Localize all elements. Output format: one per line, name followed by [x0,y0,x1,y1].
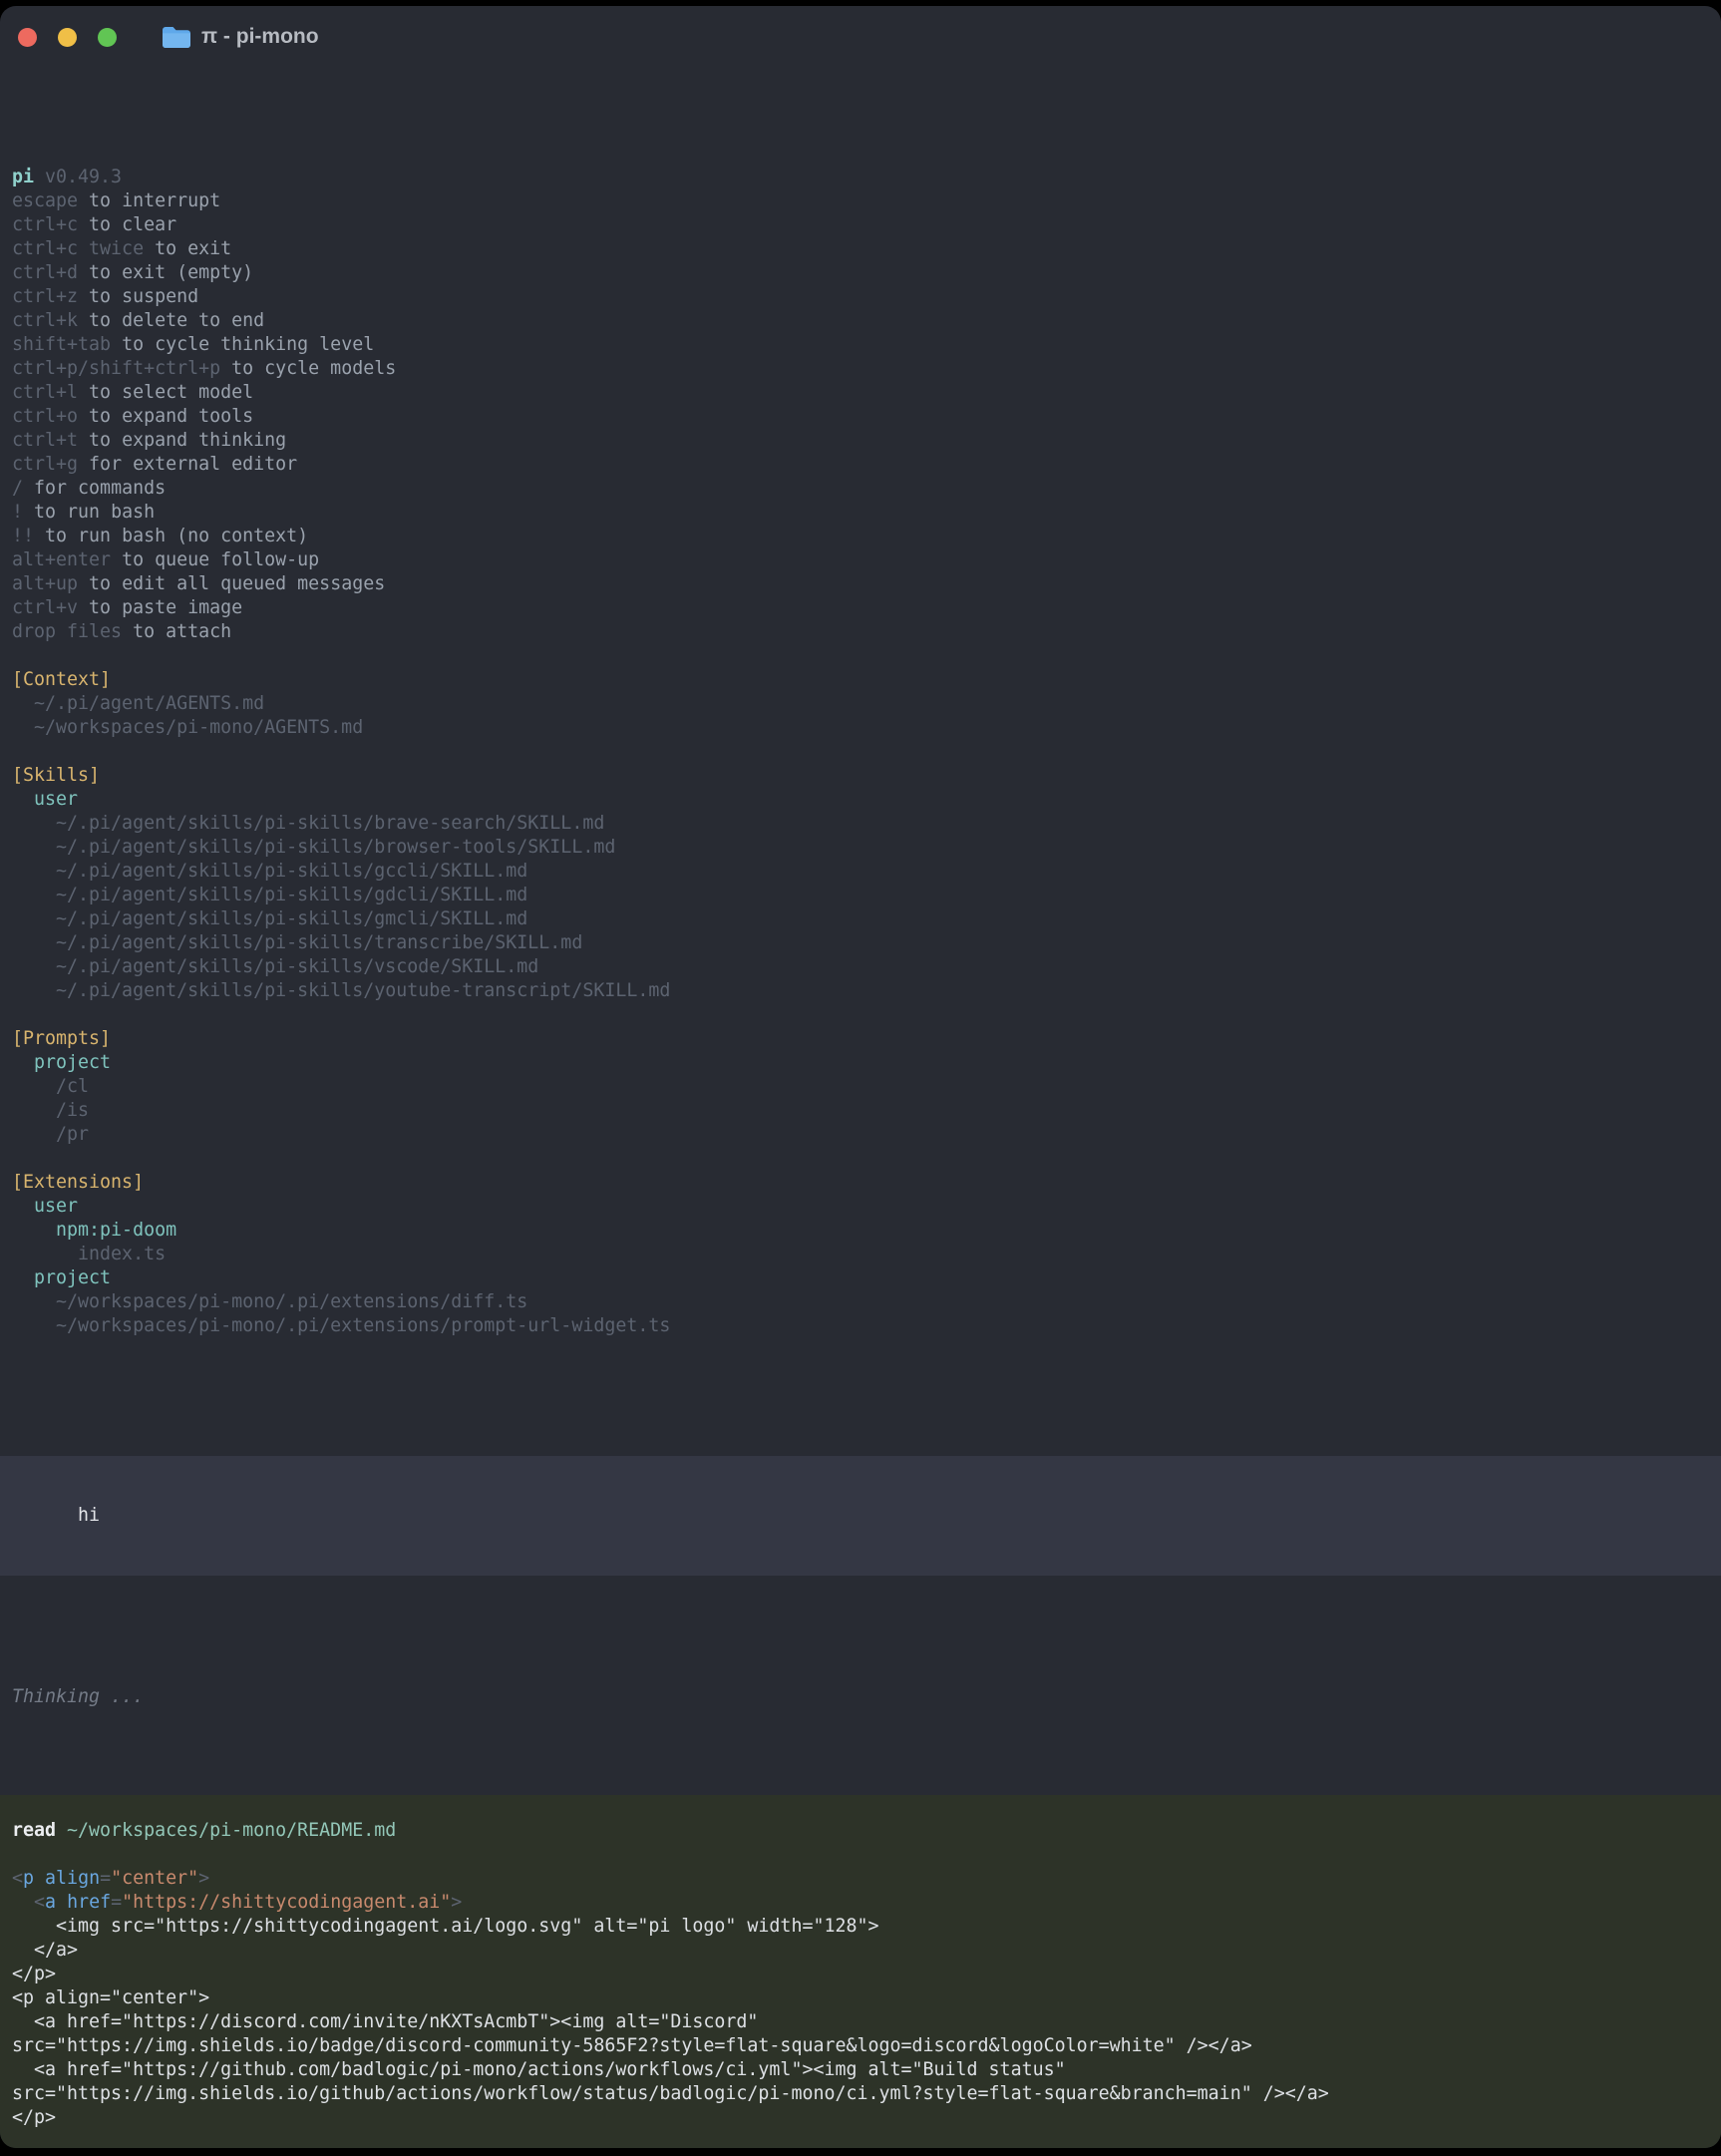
terminal-line: src="https://img.shields.io/github/actio… [12,2082,1709,2106]
terminal-line: ~/.pi/agent/skills/pi-skills/gdcli/SKILL… [12,884,1709,907]
terminal-line: ~/.pi/agent/skills/pi-skills/gmcli/SKILL… [12,907,1709,931]
terminal-line: </a> [12,1939,1709,1963]
terminal-line: pi v0.49.3 [12,166,1709,189]
terminal-window: π - pi-mono pi v0.49.3escape to interrup… [0,6,1721,2148]
terminal-line: ctrl+p/shift+ctrl+p to cycle models [12,357,1709,381]
terminal-line: user [12,1195,1709,1219]
terminal-line: ! to run bash [12,501,1709,525]
terminal-line [12,2130,1709,2148]
terminal-line: alt+up to edit all queued messages [12,572,1709,596]
terminal-line: ~/.pi/agent/skills/pi-skills/youtube-tra… [12,979,1709,1003]
terminal-line: ~/.pi/agent/skills/pi-skills/brave-searc… [12,812,1709,836]
thinking-indicator: Thinking ... [0,1685,1721,1709]
terminal-line: ~/.pi/agent/skills/pi-skills/transcribe/… [12,931,1709,955]
terminal-line: project [12,1266,1709,1290]
terminal-line: <p align="center"> [12,1986,1709,2010]
terminal-line: ctrl+k to delete to end [12,309,1709,333]
window-title: π - pi-mono [201,25,319,49]
user-message: hi [0,1456,1721,1576]
terminal-line: ctrl+c twice to exit [12,237,1709,261]
terminal-line: /is [12,1099,1709,1123]
terminal-line: </p> [12,2106,1709,2130]
terminal-line: ctrl+v to paste image [12,596,1709,620]
terminal-output: pi v0.49.3escape to interruptctrl+c to c… [0,68,1721,2148]
terminal-line: escape to interrupt [12,189,1709,213]
terminal-line: ctrl+z to suspend [12,285,1709,309]
terminal-line: <p align="center"> [12,1867,1709,1891]
terminal-line: alt+enter to queue follow-up [12,548,1709,572]
terminal-line: / for commands [12,477,1709,501]
tool-call-block: read ~/workspaces/pi-mono/README.md <p al… [0,1795,1721,2148]
minimize-button[interactable] [58,28,77,47]
terminal-line: npm:pi-doom [12,1219,1709,1243]
terminal-line: index.ts [12,1243,1709,1266]
terminal-line: <a href="https://discord.com/invite/nKXT… [12,2010,1709,2034]
user-message-text: hi [78,1505,100,1526]
terminal-line: ctrl+d to exit (empty) [12,261,1709,285]
terminal-line: ctrl+c to clear [12,213,1709,237]
terminal-line: !! to run bash (no context) [12,525,1709,548]
terminal-line: ~/.pi/agent/skills/pi-skills/vscode/SKIL… [12,955,1709,979]
terminal-line: ctrl+o to expand tools [12,405,1709,429]
terminal-line: ~/workspaces/pi-mono/.pi/extensions/prom… [12,1314,1709,1338]
terminal-line [12,644,1709,668]
terminal-line [12,1843,1709,1867]
terminal-line: shift+tab to cycle thinking level [12,333,1709,357]
terminal-line: user [12,788,1709,812]
terminal-line: <a href="https://shittycodingagent.ai"> [12,1891,1709,1915]
close-button[interactable] [18,28,37,47]
terminal-line: ~/workspaces/pi-mono/AGENTS.md [12,716,1709,740]
intro-help-block: pi v0.49.3escape to interruptctrl+c to c… [0,140,1721,1338]
terminal-line: ctrl+t to expand thinking [12,429,1709,453]
terminal-line: [Prompts] [12,1027,1709,1051]
terminal-line [12,1003,1709,1027]
terminal-line: project [12,1051,1709,1075]
terminal-line: ctrl+g for external editor [12,453,1709,477]
terminal-line: ~/.pi/agent/skills/pi-skills/browser-too… [12,836,1709,860]
folder-icon [162,25,191,49]
terminal-line: /cl [12,1075,1709,1099]
terminal-line: drop files to attach [12,620,1709,644]
terminal-line: [Context] [12,668,1709,692]
terminal-line: [Skills] [12,764,1709,788]
terminal-line: src="https://img.shields.io/badge/discor… [12,2034,1709,2058]
terminal-line: <a href="https://github.com/badlogic/pi-… [12,2058,1709,2082]
terminal-line [12,740,1709,764]
terminal-line: ~/.pi/agent/AGENTS.md [12,692,1709,716]
terminal-line [12,1147,1709,1171]
titlebar: π - pi-mono [0,6,1721,68]
terminal-line: </p> [12,1963,1709,1986]
maximize-button[interactable] [98,28,117,47]
terminal-line: ctrl+l to select model [12,381,1709,405]
terminal-line: ~/.pi/agent/skills/pi-skills/gccli/SKILL… [12,860,1709,884]
terminal-line: read ~/workspaces/pi-mono/README.md [12,1819,1709,1843]
terminal-line: /pr [12,1123,1709,1147]
terminal-line: [Extensions] [12,1171,1709,1195]
terminal-line: ~/workspaces/pi-mono/.pi/extensions/diff… [12,1290,1709,1314]
terminal-line: <img src="https://shittycodingagent.ai/l… [12,1915,1709,1939]
